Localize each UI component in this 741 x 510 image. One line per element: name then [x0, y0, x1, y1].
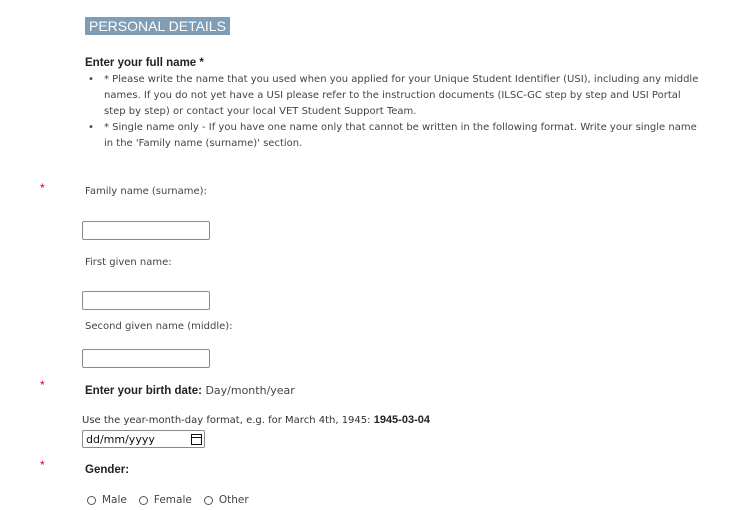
full-name-instructions: • * Please write the name that you used …: [88, 72, 704, 152]
radio-button[interactable]: [203, 495, 213, 505]
full-name-label: Enter your full name *: [85, 57, 204, 69]
birth-date-input[interactable]: dd/mm/yyyy: [82, 430, 205, 448]
first-given-name-input[interactable]: [82, 291, 210, 310]
birth-date-label-row: Enter your birth date: Day/month/year: [85, 384, 295, 397]
radio-button[interactable]: [87, 495, 96, 505]
section-title: PERSONAL DETAILS: [85, 17, 230, 35]
instruction-item: • * Please write the name that you used …: [88, 74, 699, 117]
family-name-label: Family name (surname):: [85, 186, 207, 197]
second-given-name-label: Second given name (middle):: [85, 321, 233, 332]
instruction-item: • * Single name only - If you have one n…: [88, 122, 697, 149]
birth-date-placeholder: dd/mm/yyyy: [86, 432, 155, 446]
bullet-icon: •: [88, 74, 94, 85]
gender-option-male[interactable]: Male: [87, 494, 127, 506]
bullet-icon: •: [88, 122, 94, 133]
family-name-input[interactable]: [82, 221, 210, 240]
first-given-name-label: First given name:: [85, 257, 172, 268]
required-marker: *: [40, 378, 45, 392]
second-given-name-input[interactable]: [82, 349, 210, 368]
birth-date-format-hint: Day/month/year: [205, 384, 295, 397]
calendar-icon[interactable]: [191, 433, 202, 445]
birth-date-label: Enter your birth date:: [85, 385, 202, 397]
required-marker: *: [40, 458, 45, 472]
gender-options: Male Female Other: [87, 494, 261, 506]
birth-date-example: 1945-03-04: [373, 414, 430, 426]
gender-option-female[interactable]: Female: [138, 494, 192, 506]
required-marker: *: [40, 181, 45, 195]
gender-option-other[interactable]: Other: [203, 494, 249, 506]
gender-label: Gender:: [85, 464, 130, 476]
birth-date-instruction: Use the year-month-day format, e.g. for …: [82, 414, 430, 426]
radio-button[interactable]: [138, 495, 148, 505]
